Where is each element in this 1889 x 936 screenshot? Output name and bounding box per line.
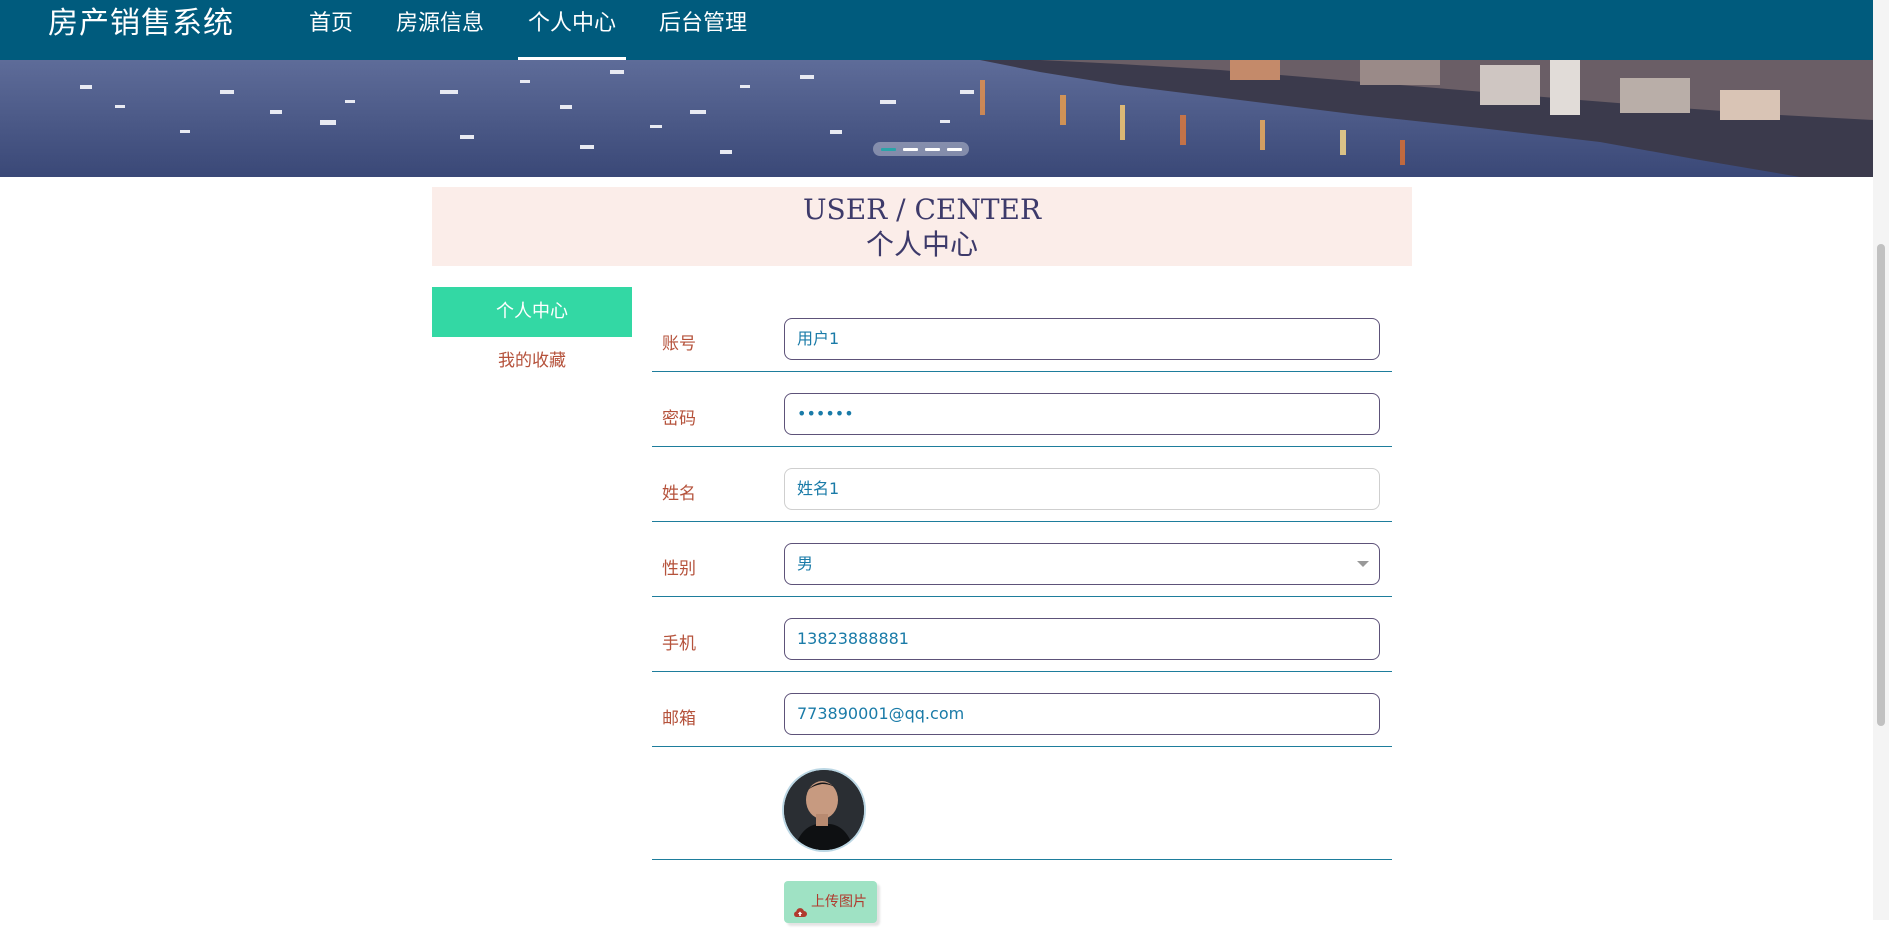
cloud-upload-icon [793,894,807,936]
email-input[interactable]: 773890001@qq.com [784,693,1380,735]
sidebar-item-favorites[interactable]: 我的收藏 [432,348,632,374]
form-row-password: 密码 •••••• [652,386,1392,447]
name-label: 姓名 [662,484,696,504]
name-input[interactable]: 姓名1 [784,468,1380,510]
avatar [784,770,864,850]
banner-image [0,60,1873,177]
section-title-en: USER / CENTER [802,193,1042,226]
form-row-phone: 手机 13823888881 [652,611,1392,672]
carousel-dot-3[interactable] [925,148,940,151]
form-row-gender: 性别 男 [652,536,1392,597]
nav-admin[interactable]: 后台管理 [659,0,747,60]
scrollbar-thumb[interactable] [1877,244,1885,726]
gender-label: 性别 [662,559,696,579]
phone-input[interactable]: 13823888881 [784,618,1380,660]
password-input[interactable]: •••••• [784,393,1380,435]
carousel-dot-2[interactable] [903,148,918,151]
nav-home[interactable]: 首页 [309,0,353,60]
banner-carousel[interactable] [0,60,1873,177]
carousel-dot-1[interactable] [881,148,896,151]
account-label: 账号 [662,334,696,354]
gender-selected-value: 男 [797,554,814,573]
page-scrollbar[interactable] [1873,0,1889,920]
form-row-name: 姓名 姓名1 [652,461,1392,522]
password-label: 密码 [662,409,696,429]
phone-label: 手机 [662,634,696,654]
upload-image-button[interactable]: 上传图片 [784,881,877,923]
email-label: 邮箱 [662,709,696,729]
carousel-dot-4[interactable] [947,148,962,151]
nav-user-center[interactable]: 个人中心 [518,0,626,60]
carousel-indicators [873,142,969,156]
account-input[interactable]: 用户1 [784,318,1380,360]
form-row-email: 邮箱 773890001@qq.com [652,686,1392,747]
chevron-down-icon [1357,561,1369,567]
top-nav-bar: 房产销售系统 首页 房源信息 个人中心 后台管理 [0,0,1873,60]
form-row-account: 账号 用户1 [652,311,1392,372]
gender-select[interactable]: 男 [784,543,1380,585]
sidebar-item-user-center[interactable]: 个人中心 [432,287,632,337]
nav-listings[interactable]: 房源信息 [396,0,484,60]
section-title-cn: 个人中心 [865,228,978,261]
upload-button-label: 上传图片 [811,894,867,910]
section-header: USER / CENTER 个人中心 [432,187,1412,266]
site-brand[interactable]: 房产销售系统 [48,4,234,44]
form-row-avatar [652,746,1392,860]
